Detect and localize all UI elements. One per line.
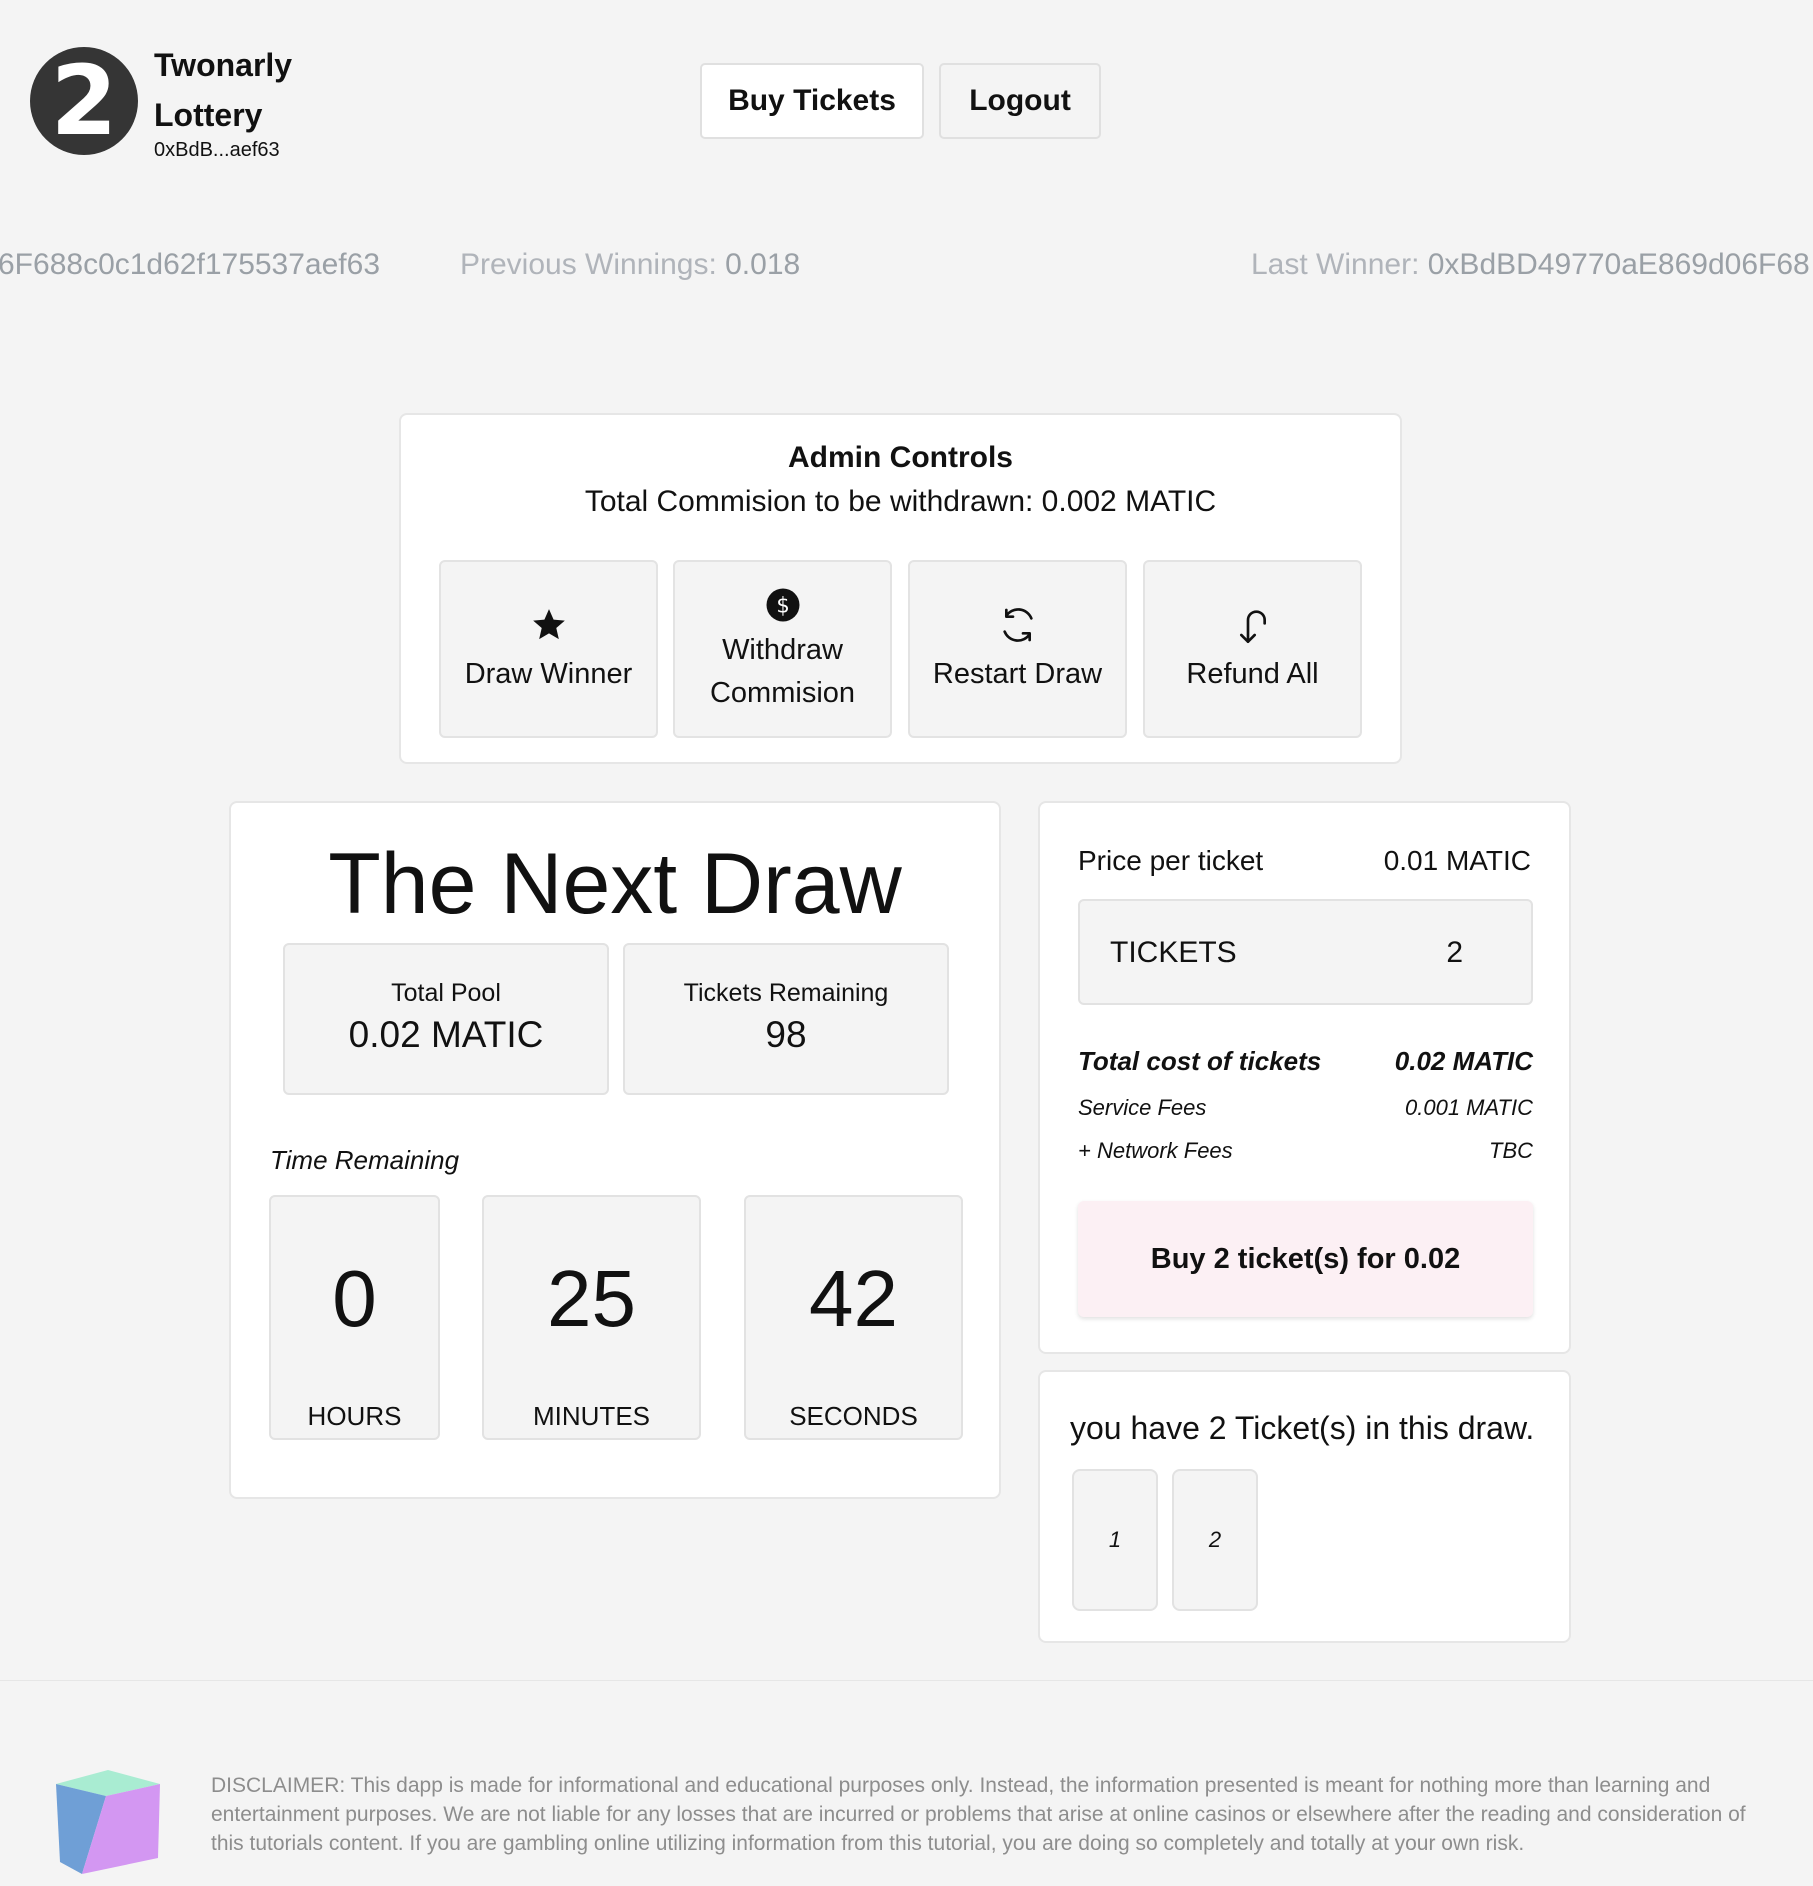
my-tickets-card: you have 2 Ticket(s) in this draw. 1 2: [1038, 1370, 1571, 1643]
logo-badge: 2: [30, 47, 138, 155]
refresh-icon: [998, 603, 1038, 647]
disclaimer-text: DISCLAIMER: This dapp is made for inform…: [211, 1774, 1746, 1855]
price-label: Price per ticket: [1078, 845, 1264, 876]
minutes-box: 25 MINUTES: [482, 1195, 701, 1440]
admin-title: Admin Controls: [788, 441, 1013, 474]
withdraw-commission-button[interactable]: $ Withdraw Commision: [673, 560, 892, 738]
svg-text:$: $: [776, 594, 789, 618]
admin-controls-card: Admin Controls Total Commision to be wit…: [399, 413, 1402, 764]
commission-text: Total Commision to be withdrawn: 0.002 M…: [584, 485, 1217, 518]
minutes-label: MINUTES: [533, 1401, 650, 1431]
next-draw-card: The Next Draw Total Pool 0.02 MATIC Tick…: [229, 801, 1001, 1499]
star-icon: [530, 603, 568, 647]
ticker-address-fragment: 6F688c0c1d62f175537aef63: [0, 248, 381, 281]
total-pool-value: 0.02 MATIC: [348, 1014, 544, 1055]
draw-winner-label: Draw Winner: [464, 657, 633, 690]
footer-divider: [0, 1680, 1813, 1681]
refund-all-button[interactable]: Refund All: [1143, 560, 1362, 738]
total-cost-value: 0.02 MATIC: [1394, 1046, 1533, 1076]
withdraw-commission-label: Withdraw Commision: [709, 634, 856, 709]
tickets-label: TICKETS: [1110, 936, 1237, 969]
draw-winner-button[interactable]: Draw Winner: [439, 560, 658, 738]
refund-all-label: Refund All: [1186, 657, 1319, 690]
network-fees-label: + Network Fees: [1078, 1138, 1233, 1163]
time-remaining-label: Time Remaining: [270, 1145, 460, 1175]
ticket-chip: 2: [1172, 1469, 1258, 1611]
tickets-value: 2: [1446, 936, 1463, 969]
minutes-value: 25: [547, 1254, 636, 1343]
total-pool-box: Total Pool 0.02 MATIC: [283, 943, 609, 1095]
restart-draw-button[interactable]: Restart Draw: [908, 560, 1127, 738]
tickets-remaining-label: Tickets Remaining: [683, 979, 889, 1007]
buy-tickets-nav-button[interactable]: Buy Tickets: [700, 63, 924, 139]
seconds-value: 42: [809, 1254, 898, 1343]
tickets-remaining-box: Tickets Remaining 98: [623, 943, 949, 1095]
hours-box: 0 HOURS: [269, 1195, 440, 1440]
tickets-remaining-value: 98: [765, 1014, 807, 1055]
cube-logo: [52, 1766, 164, 1883]
hours-label: HOURS: [307, 1401, 402, 1431]
logout-button[interactable]: Logout: [939, 63, 1101, 139]
network-fees-value: TBC: [1489, 1138, 1533, 1163]
buy-tickets-button[interactable]: Buy 2 ticket(s) for 0.02: [1078, 1201, 1533, 1317]
ticket-chip: 1: [1072, 1469, 1158, 1611]
account-address: 0xBdB...aef63: [154, 139, 280, 161]
next-draw-title: The Next Draw: [328, 836, 902, 932]
service-fees-value: 0.001 MATIC: [1405, 1095, 1533, 1120]
my-tickets-summary: you have 2 Ticket(s) in this draw.: [1070, 1410, 1535, 1446]
ticket-quantity-input[interactable]: TICKETS 2: [1078, 899, 1533, 1005]
total-cost-label: Total cost of tickets: [1078, 1046, 1322, 1076]
last-winner: Last Winner: 0xBdBD49770aE869d06F68: [1251, 248, 1810, 281]
restart-draw-label: Restart Draw: [932, 657, 1103, 690]
seconds-label: SECONDS: [789, 1401, 918, 1431]
seconds-box: 42 SECONDS: [744, 1195, 963, 1440]
undo-arrow-icon: [1233, 603, 1273, 647]
purchase-card: Price per ticket 0.01 MATIC TICKETS 2 To…: [1038, 801, 1571, 1354]
app-name: Twonarly Lottery: [154, 47, 293, 133]
total-pool-label: Total Pool: [391, 979, 501, 1007]
previous-winnings: Previous Winnings: 0.018: [460, 248, 801, 281]
dollar-coin-icon: $: [765, 583, 801, 627]
logo-glyph: 2: [50, 45, 118, 157]
price-value: 0.01 MATIC: [1383, 845, 1531, 876]
service-fees-label: Service Fees: [1078, 1095, 1207, 1120]
hours-value: 0: [332, 1254, 377, 1343]
